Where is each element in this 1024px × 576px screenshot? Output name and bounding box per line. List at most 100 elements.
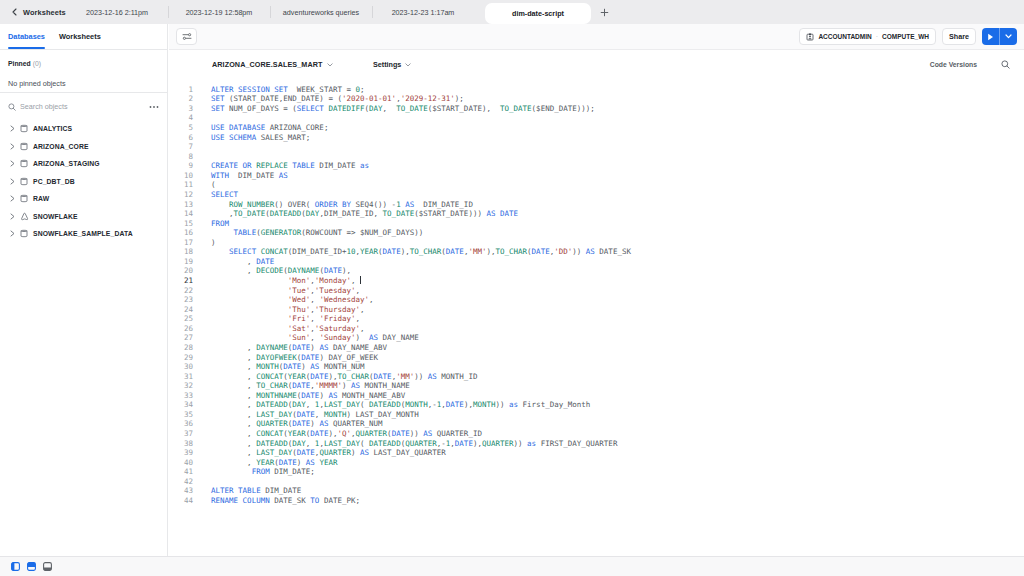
- code-text: (: [193, 180, 216, 189]
- code-line-26[interactable]: 26 'Sat','Saturday',: [169, 324, 1024, 334]
- run-query-button[interactable]: [982, 28, 999, 45]
- code-line-2[interactable]: 2SET (START_DATE,END_DATE) = ('2020-01-0…: [169, 94, 1024, 104]
- code-line-42[interactable]: 42: [169, 477, 1024, 487]
- expand-chevron-icon[interactable]: [10, 213, 20, 220]
- database-item-analytics[interactable]: ANALYTICS: [0, 120, 167, 138]
- code-line-31[interactable]: 31 , CONCAT(YEAR(DATE),TO_CHAR(DATE,'MM'…: [169, 371, 1024, 381]
- filters-button[interactable]: [176, 28, 197, 45]
- code-line-30[interactable]: 30 , MONTH(DATE) AS MONTH_NUM: [169, 362, 1024, 372]
- sidebar-tab-worksheets[interactable]: Worksheets: [59, 24, 101, 49]
- code-line-3[interactable]: 3SET NUM_OF_DAYS = (SELECT DATEDIFF(DAY,…: [169, 104, 1024, 114]
- code-line-39[interactable]: 39 , LAST_DAY(DATE,QUARTER) AS LAST_DAY_…: [169, 448, 1024, 458]
- database-icon-wrap: [20, 124, 32, 133]
- toggle-left-panel-button[interactable]: [10, 560, 20, 574]
- code-line-16[interactable]: 16 TABLE(GENERATOR(ROWCOUNT => $NUM_OF_D…: [169, 228, 1024, 238]
- expand-chevron-icon[interactable]: [10, 143, 20, 150]
- code-line-10[interactable]: 10WITH DIM_DATE AS: [169, 171, 1024, 181]
- code-line-44[interactable]: 44RENAME COLUMN DATE_SK TO DATE_PK;: [169, 496, 1024, 506]
- code-line-24[interactable]: 24 'Thu','Thursday',: [169, 304, 1024, 314]
- database-item-pc_dbt_db[interactable]: PC_DBT_DB: [0, 173, 167, 191]
- worksheet-tab-4[interactable]: 2023-12-23 1:17am: [372, 0, 474, 24]
- code-line-15[interactable]: 15FROM: [169, 218, 1024, 228]
- code-line-34[interactable]: 34 , DATEADD(DAY, 1,LAST_DAY( DATEADD(MO…: [169, 400, 1024, 410]
- database-icon: [20, 159, 28, 168]
- code-line-22[interactable]: 22 'Tue','Tuesday',: [169, 285, 1024, 295]
- code-line-20[interactable]: 20 , DECODE(DAYNAME(DATE),: [169, 266, 1024, 276]
- line-number: 37: [169, 429, 193, 438]
- back-label: Worksheets: [23, 8, 66, 17]
- database-schema-selector[interactable]: ARIZONA_CORE.SALES_MART: [212, 50, 333, 79]
- worksheet-tab-1[interactable]: 2023-12-16 2:11pm: [66, 0, 168, 24]
- sidebar-tab-databases[interactable]: Databases: [8, 24, 45, 49]
- code-line-28[interactable]: 28 , DAYNAME(DATE) AS DAY_NAME_ABV: [169, 343, 1024, 353]
- share-button[interactable]: Share: [942, 28, 976, 45]
- code-line-21[interactable]: 21 'Mon','Monday',: [169, 276, 1024, 286]
- code-line-19[interactable]: 19 , DATE: [169, 257, 1024, 267]
- code-line-37[interactable]: 37 , CONCAT(YEAR(DATE),'Q',QUARTER(DATE)…: [169, 429, 1024, 439]
- database-item-raw[interactable]: RAW: [0, 190, 167, 208]
- database-item-arizona_staging[interactable]: ARIZONA_STAGING: [0, 155, 167, 173]
- toggle-editor-panel-button[interactable]: [26, 560, 36, 574]
- code-line-1[interactable]: 1ALTER SESSION SET WEEK_START = 0;: [169, 85, 1024, 95]
- code-line-9[interactable]: 9CREATE OR REPLACE TABLE DIM_DATE as: [169, 161, 1024, 171]
- code-line-41[interactable]: 41 FROM DIM_DATE;: [169, 467, 1024, 477]
- role-warehouse-selector[interactable]: ACCOUNTADMIN · COMPUTE_WH: [799, 28, 936, 45]
- code-line-13[interactable]: 13 ROW_NUMBER() OVER( ORDER BY SEQ4()) -…: [169, 199, 1024, 209]
- more-options-icon[interactable]: [149, 105, 159, 109]
- code-line-40[interactable]: 40 , YEAR(DATE) AS YEAR: [169, 457, 1024, 467]
- settings-menu[interactable]: Settings: [373, 50, 411, 79]
- code-line-8[interactable]: 8: [169, 151, 1024, 161]
- code-text: USE SCHEMA SALES_MART;: [193, 133, 310, 142]
- role-warehouse-separator: ·: [876, 33, 878, 40]
- settings-label: Settings: [373, 60, 401, 69]
- toggle-results-panel-button[interactable]: [42, 560, 52, 574]
- expand-chevron-icon[interactable]: [10, 178, 20, 185]
- code-line-29[interactable]: 29 , DAYOFWEEK(DATE) DAY_OF_WEEK: [169, 352, 1024, 362]
- code-line-7[interactable]: 7: [169, 142, 1024, 152]
- back-to-worksheets[interactable]: Worksheets: [11, 0, 66, 24]
- worksheet-tab-3[interactable]: adventureworks queries: [270, 0, 372, 24]
- worksheet-tab-5[interactable]: dim-date-script: [485, 3, 591, 24]
- database-item-snowflake_sample_data[interactable]: SNOWFLAKE_SAMPLE_DATA: [0, 225, 167, 243]
- new-worksheet-button[interactable]: [591, 0, 617, 24]
- code-line-25[interactable]: 25 'Fri', 'Friday',: [169, 314, 1024, 324]
- sidebar: Databases Worksheets Pinned(0) No pinned…: [0, 24, 168, 556]
- code-line-27[interactable]: 27 'Sun', 'Sunday') AS DAY_NAME: [169, 333, 1024, 343]
- database-item-snowflake[interactable]: SNOWFLAKE: [0, 208, 167, 226]
- expand-chevron-icon[interactable]: [10, 160, 20, 167]
- line-number: 23: [169, 295, 193, 304]
- code-line-32[interactable]: 32 , TO_CHAR(DATE,'MMMM') AS MONTH_NAME: [169, 381, 1024, 391]
- code-line-14[interactable]: 14 ,TO_DATE(DATEADD(DAY,DIM_DATE_ID, TO_…: [169, 209, 1024, 219]
- line-number: 28: [169, 343, 193, 352]
- line-number: 31: [169, 372, 193, 381]
- code-line-12[interactable]: 12SELECT: [169, 190, 1024, 200]
- expand-chevron-icon[interactable]: [10, 195, 20, 202]
- database-item-arizona_core[interactable]: ARIZONA_CORE: [0, 138, 167, 156]
- line-number: 3: [169, 104, 193, 113]
- code-text: SET (START_DATE,END_DATE) = ('2020-01-01…: [193, 94, 464, 103]
- code-line-43[interactable]: 43ALTER TABLE DIM_DATE: [169, 486, 1024, 496]
- code-line-18[interactable]: 18 SELECT CONCAT(DIM_DATE_ID+10,YEAR(DAT…: [169, 247, 1024, 257]
- worksheet-tab-2[interactable]: 2023-12-19 12:58pm: [168, 0, 270, 24]
- run-options-button[interactable]: [999, 28, 1017, 45]
- code-text: WITH DIM_DATE AS: [193, 171, 288, 180]
- code-versions-link[interactable]: Code Versions: [930, 50, 977, 79]
- line-number: 13: [169, 200, 193, 209]
- code-line-23[interactable]: 23 'Wed', 'Wednesday',: [169, 295, 1024, 305]
- database-icon-wrap: [20, 194, 32, 203]
- code-line-5[interactable]: 5USE DATABASE ARIZONA_CORE;: [169, 123, 1024, 133]
- code-line-4[interactable]: 4: [169, 113, 1024, 123]
- sql-editor[interactable]: 1ALTER SESSION SET WEEK_START = 0;2SET (…: [169, 85, 1024, 557]
- code-line-38[interactable]: 38 , DATEADD(DAY, 1,LAST_DAY( DATEADD(QU…: [169, 438, 1024, 448]
- code-line-33[interactable]: 33 , MONTHNAME(DATE) AS MONTH_NAME_ABV: [169, 391, 1024, 401]
- code-line-17[interactable]: 17): [169, 238, 1024, 248]
- expand-chevron-icon[interactable]: [10, 125, 20, 132]
- code-line-35[interactable]: 35 , LAST_DAY(DATE, MONTH) LAST_DAY_MONT…: [169, 410, 1024, 420]
- code-line-6[interactable]: 6USE SCHEMA SALES_MART;: [169, 132, 1024, 142]
- search-objects-input[interactable]: Search objects: [0, 93, 167, 120]
- code-line-11[interactable]: 11(: [169, 180, 1024, 190]
- expand-chevron-icon[interactable]: [10, 230, 20, 237]
- code-text: , DAYOFWEEK(DATE) DAY_OF_WEEK: [193, 353, 378, 362]
- editor-search-button[interactable]: [1001, 50, 1010, 79]
- code-line-36[interactable]: 36 , QUARTER(DATE) AS QUARTER_NUM: [169, 419, 1024, 429]
